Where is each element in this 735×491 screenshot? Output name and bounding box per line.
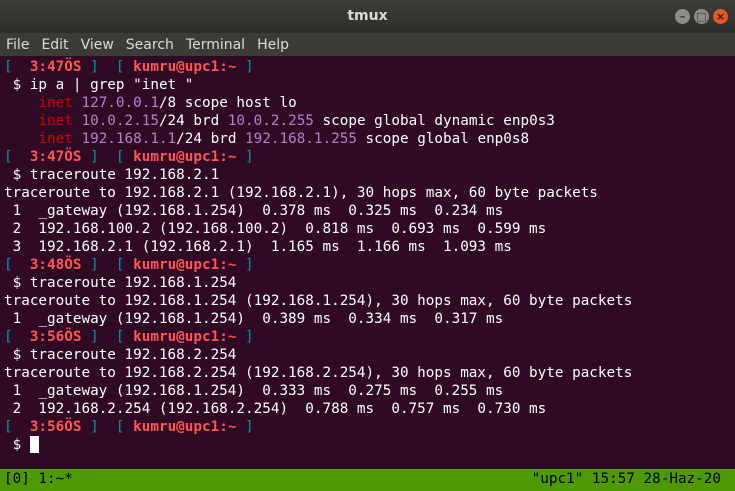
menu-search[interactable]: Search <box>120 37 180 53</box>
text-cursor <box>29 436 39 453</box>
prompt-line: [ 3:47ÖS ] [ kumru@upc1:~ ] <box>4 59 254 75</box>
maximize-button[interactable]: □ <box>694 9 709 24</box>
menu-edit[interactable]: Edit <box>35 37 74 53</box>
tmux-status-right: "upc1" 15:57 28-Haz-20 <box>531 471 721 487</box>
output-line: 2 192.168.100.2 (192.168.100.2) 0.818 ms… <box>4 221 547 237</box>
window-controls: – □ × <box>675 9 728 24</box>
command-line: $ traceroute 192.168.1.254 <box>12 275 237 291</box>
output-line: inet 192.168.1.1/24 brd 192.168.1.255 sc… <box>38 131 530 147</box>
command-line: $ traceroute 192.168.2.1 <box>12 167 220 183</box>
tmux-window-list[interactable]: [0] 1:~* <box>4 471 73 487</box>
menu-terminal[interactable]: Terminal <box>180 37 251 53</box>
close-button[interactable]: × <box>713 9 728 24</box>
command-line: $ traceroute 192.168.2.254 <box>12 347 237 363</box>
title-bar[interactable]: tmux – □ × <box>0 0 735 33</box>
prompt-line: [ 3:48ÖS ] [ kumru@upc1:~ ] <box>4 257 254 273</box>
output-line: 1 _gateway (192.168.1.254) 0.333 ms 0.27… <box>4 383 504 399</box>
command-line: $ ip a | grep "inet " <box>12 77 194 93</box>
output-line: inet 10.0.2.15/24 brd 10.0.2.255 scope g… <box>38 113 555 129</box>
input-line[interactable]: $ <box>4 436 39 454</box>
output-line: 1 _gateway (192.168.1.254) 0.389 ms 0.33… <box>4 311 504 327</box>
output-line: 2 192.168.2.254 (192.168.2.254) 0.788 ms… <box>4 401 547 417</box>
tmux-status-bar: [0] 1:~* "upc1" 15:57 28-Haz-20 <box>0 469 735 491</box>
output-line: 3 192.168.2.1 (192.168.2.1) 1.165 ms 1.1… <box>4 239 512 255</box>
prompt-line: [ 3:56ÖS ] [ kumru@upc1:~ ] <box>4 329 254 345</box>
terminal-output[interactable]: [ 3:47ÖS ] [ kumru@upc1:~ ] $ ip a | gre… <box>0 56 735 469</box>
terminal-window: tmux – □ × File Edit View Search Termina… <box>0 0 735 491</box>
menu-view[interactable]: View <box>75 37 120 53</box>
window-title: tmux <box>347 8 388 24</box>
output-line: 1 _gateway (192.168.1.254) 0.378 ms 0.32… <box>4 203 504 219</box>
prompt-line: [ 3:47ÖS ] [ kumru@upc1:~ ] <box>4 149 254 165</box>
output-line: inet 127.0.0.1/8 scope host lo <box>38 95 297 111</box>
output-line: traceroute to 192.168.1.254 (192.168.1.2… <box>4 293 633 309</box>
menu-help[interactable]: Help <box>251 37 295 53</box>
prompt-line: [ 3:56ÖS ] [ kumru@upc1:~ ] <box>4 419 254 435</box>
output-line: traceroute to 192.168.2.1 (192.168.2.1),… <box>4 185 598 201</box>
menu-bar: File Edit View Search Terminal Help <box>0 33 735 56</box>
minimize-button[interactable]: – <box>675 9 690 24</box>
output-line: traceroute to 192.168.2.254 (192.168.2.2… <box>4 365 633 381</box>
menu-file[interactable]: File <box>0 37 35 53</box>
